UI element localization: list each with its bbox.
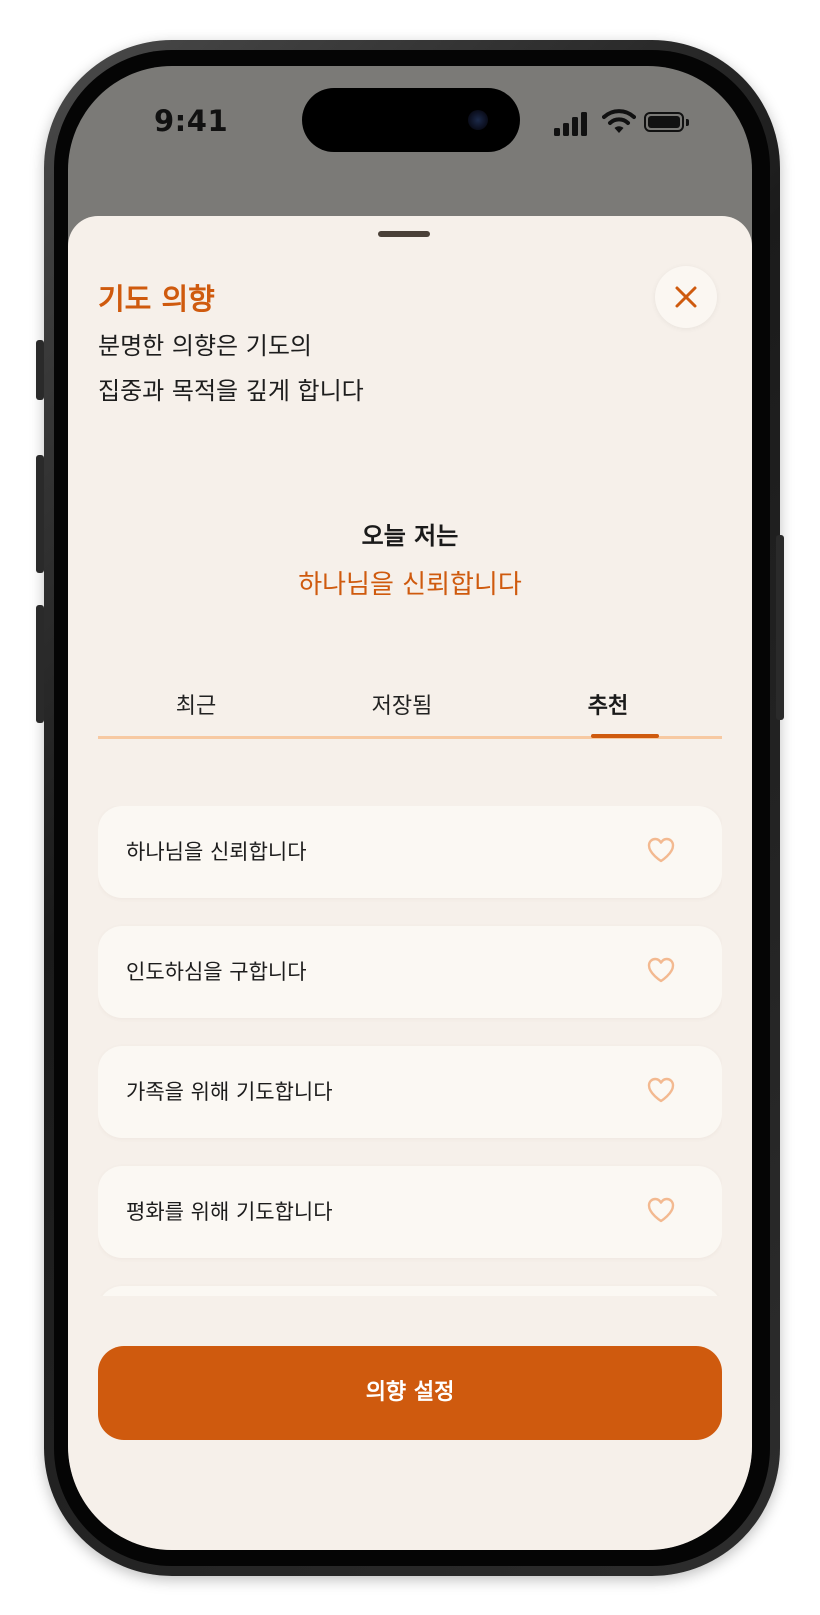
- intention-list[interactable]: 하나님을 신뢰합니다 인도하심을 구합니다 가족을 위해 기도합니다 평화를 위…: [98, 806, 722, 1296]
- intention-item-label: 가족을 위해 기도합니다: [126, 1080, 333, 1104]
- power-button: [776, 535, 784, 720]
- cellular-signal-icon: [554, 110, 594, 136]
- intention-item[interactable]: 하나님을 신뢰합니다: [98, 806, 722, 898]
- sheet-subtitle-line-2: 집중과 목적을 깊게 합니다: [98, 377, 364, 405]
- close-icon: [675, 286, 697, 308]
- sheet-subtitle-line-1: 분명한 의향은 기도의: [98, 332, 312, 360]
- wifi-icon: [602, 109, 636, 133]
- status-icons: [554, 109, 694, 140]
- battery-icon: [644, 112, 684, 132]
- intention-item-partial[interactable]: [98, 1286, 722, 1296]
- volume-up-button: [36, 455, 44, 573]
- camera-icon: [468, 110, 488, 130]
- volume-down-button: [36, 605, 44, 723]
- intention-item-label: 인도하심을 구합니다: [126, 960, 307, 984]
- intention-sheet: 기도 의향 분명한 의향은 기도의 집중과 목적을 깊게 합니다 오늘 저는 하…: [68, 216, 752, 1550]
- heart-outline-icon[interactable]: [646, 1076, 676, 1104]
- intention-item[interactable]: 평화를 위해 기도합니다: [98, 1166, 722, 1258]
- set-intention-button[interactable]: 의향 설정: [98, 1346, 722, 1440]
- heart-outline-icon[interactable]: [646, 956, 676, 984]
- close-button[interactable]: [655, 266, 717, 328]
- tab-recommended[interactable]: 추천: [538, 688, 678, 720]
- intention-item-label: 평화를 위해 기도합니다: [126, 1200, 333, 1224]
- intention-item-label: 하나님을 신뢰합니다: [126, 840, 307, 864]
- dynamic-island: [302, 88, 520, 152]
- status-time: 9:41: [154, 104, 229, 138]
- tab-recent[interactable]: 최근: [126, 688, 266, 720]
- phone-screen: 9:41 기도 의향 분명한 의향은 기도의 집중과 목적을 깊게 합니다 오늘…: [68, 66, 752, 1550]
- tab-saved[interactable]: 저장됨: [332, 688, 472, 720]
- tab-selected-indicator: [591, 734, 659, 738]
- battery-tip: [686, 119, 689, 126]
- intention-tabs: 최근 저장됨 추천: [98, 676, 722, 740]
- sheet-grabber[interactable]: [378, 231, 430, 237]
- heart-outline-icon[interactable]: [646, 1196, 676, 1224]
- action-button: [36, 340, 44, 400]
- sheet-title: 기도 의향: [98, 282, 215, 316]
- intention-item[interactable]: 인도하심을 구합니다: [98, 926, 722, 1018]
- intention-item[interactable]: 가족을 위해 기도합니다: [98, 1046, 722, 1138]
- today-intention: 하나님을 신뢰합니다: [298, 570, 522, 600]
- heart-outline-icon[interactable]: [646, 836, 676, 864]
- today-label: 오늘 저는: [361, 522, 459, 550]
